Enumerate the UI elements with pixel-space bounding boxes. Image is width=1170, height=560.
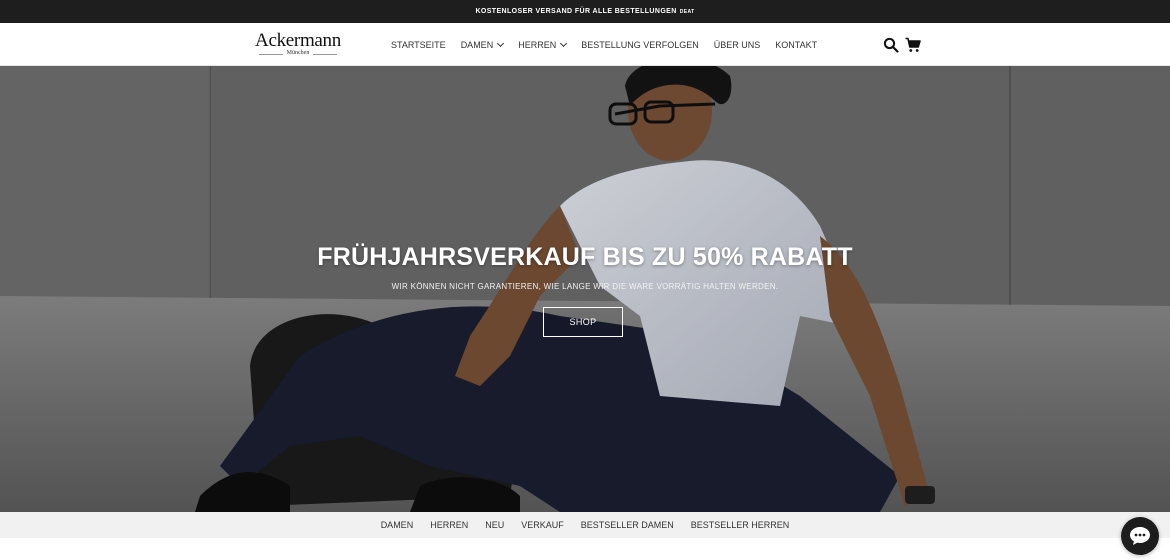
category-bestseller-damen[interactable]: BESTSELLER DAMEN (581, 520, 674, 530)
chevron-down-icon (560, 39, 568, 47)
nav-item-damen[interactable]: DAMEN (460, 39, 505, 50)
category-neu[interactable]: NEU (485, 520, 504, 530)
hero-banner: FRÜHJAHRSVERKAUF BIS ZU 50% RABATT WIR K… (0, 66, 1170, 512)
announcement-text: KOSTENLOSER VERSAND FÜR ALLE BESTELLUNGE… (475, 8, 677, 15)
chevron-down-icon (497, 39, 505, 47)
nav-item-label: ÜBER UNS (713, 39, 761, 50)
header-icons (883, 37, 927, 53)
logo-name: Ackermann (255, 30, 341, 51)
chat-bubble-icon (1130, 527, 1150, 545)
logo[interactable]: Ackermann München (249, 31, 347, 57)
nav-item-label: BESTELLUNG VERFOLGEN (581, 39, 699, 50)
nav-item-bestellung-verfolgen[interactable]: BESTELLUNG VERFOLGEN (581, 40, 699, 50)
search-icon[interactable] (883, 37, 899, 53)
nav-item-label: STARTSEITE (391, 39, 446, 50)
nav-item-label: KONTAKT (775, 39, 818, 50)
nav-item-startseite[interactable]: STARTSEITE (391, 40, 446, 50)
cart-icon[interactable] (905, 37, 921, 53)
hero-title: FRÜHJAHRSVERKAUF BIS ZU 50% RABATT (317, 243, 853, 271)
category-bestseller-herren[interactable]: BESTSELLER HERREN (691, 520, 790, 530)
nav-item-kontakt[interactable]: KONTAKT (775, 40, 817, 50)
nav-item-ueber-uns[interactable]: ÜBER UNS (714, 40, 761, 50)
category-nav: DAMEN HERREN NEU VERKAUF BESTSELLER DAME… (0, 512, 1170, 538)
site-header: Ackermann München STARTSEITE DAMEN HERRE… (0, 23, 1170, 66)
nav-item-label: DAMEN (460, 39, 494, 50)
main-nav: STARTSEITE DAMEN HERREN BESTELLUNG VERFO… (391, 23, 832, 66)
shop-button[interactable]: SHOP (543, 307, 623, 337)
announcement-suffix: DEAT (679, 8, 695, 15)
chat-button[interactable] (1121, 517, 1159, 555)
category-herren[interactable]: HERREN (430, 520, 468, 530)
nav-item-label: HERREN (518, 39, 557, 50)
category-verkauf[interactable]: VERKAUF (521, 520, 564, 530)
nav-item-herren[interactable]: HERREN (518, 39, 568, 50)
category-damen[interactable]: DAMEN (381, 520, 414, 530)
announcement-bar: KOSTENLOSER VERSAND FÜR ALLE BESTELLUNGE… (0, 0, 1170, 23)
logo-subtitle: München (249, 50, 347, 57)
hero-subtitle: WIR KÖNNEN NICHT GARANTIEREN, WIE LANGE … (391, 282, 779, 291)
